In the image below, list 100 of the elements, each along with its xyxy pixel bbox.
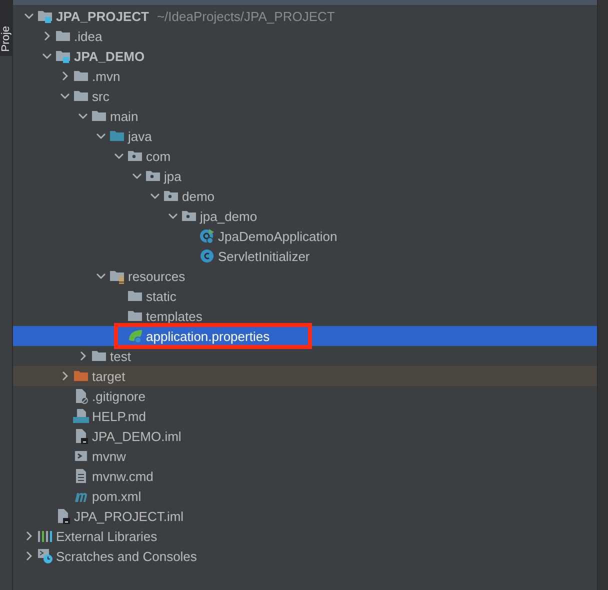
tree-row[interactable]: .gitignore: [13, 386, 597, 406]
tree-item-label: .mvn: [92, 68, 120, 84]
tree-item-label: application.properties: [146, 328, 270, 344]
chevron-right-icon[interactable]: [78, 351, 88, 361]
tree-item-label: com: [146, 148, 171, 164]
project-tab[interactable]: Proje: [0, 0, 12, 56]
chevron-down-icon[interactable]: [96, 131, 106, 141]
tree-row[interactable]: application.properties: [13, 326, 597, 346]
tree-item-label: JPA_PROJECT: [56, 8, 149, 24]
module-folder-icon: [37, 8, 53, 24]
tree-item-label: demo: [182, 188, 215, 204]
tree-row[interactable]: java: [13, 126, 597, 146]
tree-item-label: static: [146, 288, 176, 304]
tree-item-label: test: [110, 348, 131, 364]
folder-icon: [73, 68, 89, 84]
tree-row[interactable]: JPA_PROJECT.iml: [13, 506, 597, 526]
tree-row[interactable]: pom.xml: [13, 486, 597, 506]
chevron-down-icon[interactable]: [24, 11, 34, 21]
tree-item-label: .gitignore: [92, 388, 146, 404]
module-folder-icon: [55, 48, 71, 64]
tree-item-label: External Libraries: [56, 528, 158, 544]
tree-item-label: JPA_PROJECT.iml: [74, 508, 184, 524]
chevron-down-icon[interactable]: [78, 111, 88, 121]
tree-item-label: ServletInitializer: [218, 248, 310, 264]
chevron-right-icon[interactable]: [60, 371, 70, 381]
tree-item-label: HELP.md: [92, 408, 146, 424]
tree-row[interactable]: resources: [13, 266, 597, 286]
resources-folder-icon: [109, 268, 125, 284]
folder-icon: [127, 308, 143, 324]
folder-icon: [73, 88, 89, 104]
folder-icon: [91, 348, 107, 364]
tree-row[interactable]: test: [13, 346, 597, 366]
tree-row[interactable]: External Libraries: [13, 526, 597, 546]
file-icon: [73, 428, 89, 444]
folder-icon: [55, 28, 71, 44]
tree-row[interactable]: target: [13, 366, 597, 386]
tree-item-label: resources: [128, 268, 186, 284]
tree-item-label: .idea: [74, 28, 102, 44]
chevron-right-icon[interactable]: [60, 71, 70, 81]
tree-row[interactable]: src: [13, 86, 597, 106]
scratches-icon: [37, 548, 53, 564]
chevron-down-icon[interactable]: [150, 191, 160, 201]
tree-item-label: JPA_DEMO.iml: [92, 428, 182, 444]
chevron-down-icon[interactable]: [114, 151, 124, 161]
project-path: ~/IdeaProjects/JPA_PROJECT: [156, 8, 335, 24]
folder-icon: [91, 108, 107, 124]
leaf-icon: [127, 328, 143, 344]
tree-row[interactable]: demo: [13, 186, 597, 206]
chevron-down-icon[interactable]: [60, 91, 70, 101]
tree-item-label: java: [128, 128, 152, 144]
tree-row[interactable]: com: [13, 146, 597, 166]
terminal-icon: [73, 448, 89, 464]
package-folder-icon: [163, 188, 179, 204]
file-icon: [73, 388, 89, 404]
tree-row[interactable]: Scratches and Consoles: [13, 546, 597, 566]
tree-item-label: JpaDemoApplication: [218, 228, 338, 244]
libraries-icon: [37, 528, 53, 544]
folder-icon: [127, 288, 143, 304]
chevron-down-icon[interactable]: [42, 51, 52, 61]
tree-row[interactable]: JPA_PROJECT ~/IdeaProjects/JPA_PROJECT: [13, 6, 597, 26]
tree-row[interactable]: JPA_DEMO.iml: [13, 426, 597, 446]
tree-row[interactable]: mvnw.cmd: [13, 466, 597, 486]
tree-item-label: Scratches and Consoles: [56, 548, 197, 564]
tree-item-label: pom.xml: [92, 488, 142, 504]
tree-item-label: target: [92, 368, 126, 384]
tree-item-label: mvnw.cmd: [92, 468, 154, 484]
package-folder-icon: [181, 208, 197, 224]
tree-item-label: JPA_DEMO: [74, 48, 145, 64]
tree-row[interactable]: static: [13, 286, 597, 306]
tree-row[interactable]: jpa: [13, 166, 597, 186]
chevron-down-icon[interactable]: [132, 171, 142, 181]
tree-item-label: jpa: [164, 168, 182, 184]
tree-row[interactable]: main: [13, 106, 597, 126]
tree-row[interactable]: .idea: [13, 26, 597, 46]
tree-row[interactable]: jpa_demo: [13, 206, 597, 226]
chevron-down-icon[interactable]: [96, 271, 106, 281]
markdown-file-icon: [73, 408, 89, 424]
tree-row[interactable]: HELP.md: [13, 406, 597, 426]
tree-row[interactable]: ServletInitializer: [13, 246, 597, 266]
tree-item-label: jpa_demo: [200, 208, 258, 224]
file-icon: [55, 508, 71, 524]
tree-row[interactable]: templates: [13, 306, 597, 326]
tree-item-label: mvnw: [92, 448, 126, 464]
chevron-right-icon[interactable]: [24, 551, 34, 561]
tree-item-label: src: [92, 88, 110, 104]
tree-item-label: main: [110, 108, 138, 124]
folder-icon: [109, 128, 125, 144]
text-file-icon: [73, 468, 89, 484]
package-folder-icon: [127, 148, 143, 164]
class-icon: [199, 228, 215, 244]
chevron-right-icon[interactable]: [42, 31, 52, 41]
chevron-right-icon[interactable]: [24, 531, 34, 541]
tree-row[interactable]: mvnw: [13, 446, 597, 466]
class-icon: [199, 248, 215, 264]
tree-item-label: templates: [146, 308, 202, 324]
tree-row[interactable]: JpaDemoApplication: [13, 226, 597, 246]
tree-row[interactable]: .mvn: [13, 66, 597, 86]
tree-row[interactable]: JPA_DEMO: [13, 46, 597, 66]
package-folder-icon: [145, 168, 161, 184]
chevron-down-icon[interactable]: [168, 211, 178, 221]
